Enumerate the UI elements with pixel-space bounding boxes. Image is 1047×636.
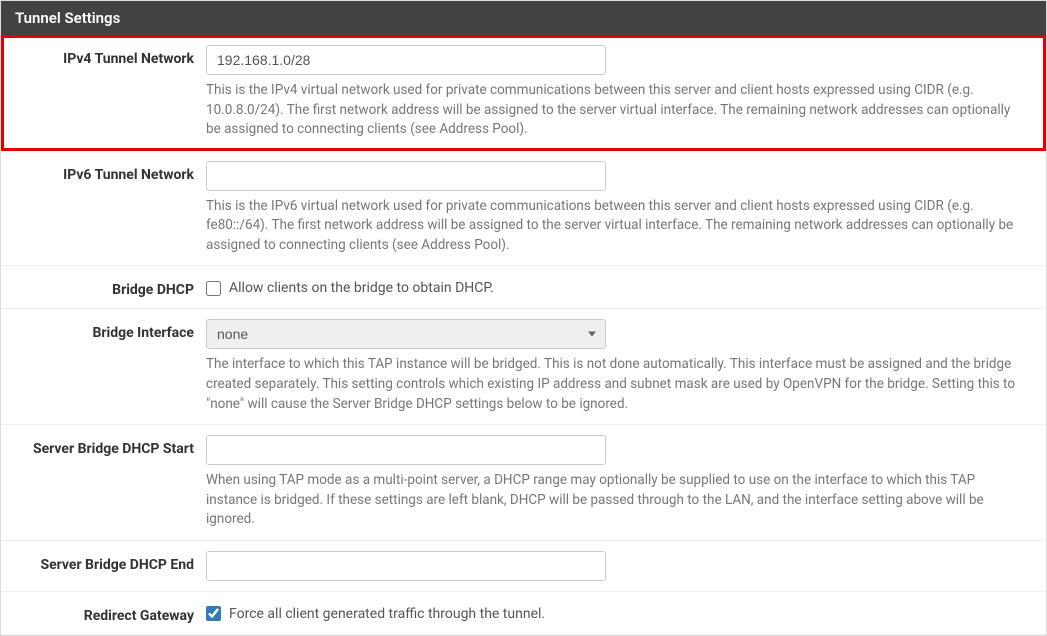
bridge-dhcp-checkbox[interactable] <box>206 281 221 296</box>
help-ipv6-tunnel-network: This is the IPv6 virtual network used fo… <box>206 197 1024 256</box>
label-ipv4-tunnel-network: IPv4 Tunnel Network <box>1 45 206 67</box>
help-bridge-dhcp-start: When using TAP mode as a multi-point ser… <box>206 471 1024 530</box>
row-bridge-interface: Bridge Interface none The interface to w… <box>1 309 1046 425</box>
row-redirect-gateway: Redirect Gateway Force all client genera… <box>1 592 1046 635</box>
tunnel-settings-panel: Tunnel Settings IPv4 Tunnel Network This… <box>0 0 1047 636</box>
field-ipv4-tunnel-network: This is the IPv4 virtual network used fo… <box>206 45 1032 140</box>
label-bridge-interface: Bridge Interface <box>1 319 206 341</box>
field-bridge-dhcp: Allow clients on the bridge to obtain DH… <box>206 276 1032 296</box>
label-bridge-dhcp: Bridge DHCP <box>1 276 206 298</box>
bridge-interface-select-wrap: none <box>206 319 606 349</box>
row-bridge-dhcp-end: Server Bridge DHCP End <box>1 541 1046 592</box>
panel-title: Tunnel Settings <box>1 1 1046 35</box>
field-redirect-gateway: Force all client generated traffic throu… <box>206 602 1032 622</box>
redirect-gateway-checkbox-label: Force all client generated traffic throu… <box>229 606 545 622</box>
bridge-dhcp-end-input[interactable] <box>206 551 606 581</box>
field-ipv6-tunnel-network: This is the IPv6 virtual network used fo… <box>206 161 1032 256</box>
bridge-dhcp-start-input[interactable] <box>206 435 606 465</box>
label-redirect-gateway: Redirect Gateway <box>1 602 206 624</box>
help-ipv4-tunnel-network: This is the IPv4 virtual network used fo… <box>206 81 1024 140</box>
ipv6-tunnel-network-input[interactable] <box>206 161 606 191</box>
bridge-dhcp-checkbox-label: Allow clients on the bridge to obtain DH… <box>229 280 494 296</box>
field-bridge-dhcp-start: When using TAP mode as a multi-point ser… <box>206 435 1032 530</box>
redirect-gateway-checkbox[interactable] <box>206 606 221 621</box>
bridge-interface-select[interactable]: none <box>206 319 606 349</box>
label-ipv6-tunnel-network: IPv6 Tunnel Network <box>1 161 206 183</box>
row-ipv4-tunnel-network: IPv4 Tunnel Network This is the IPv4 vir… <box>1 35 1046 151</box>
label-bridge-dhcp-end: Server Bridge DHCP End <box>1 551 206 573</box>
label-bridge-dhcp-start: Server Bridge DHCP Start <box>1 435 206 457</box>
ipv4-tunnel-network-input[interactable] <box>206 45 606 75</box>
field-bridge-interface: none The interface to which this TAP ins… <box>206 319 1032 414</box>
row-bridge-dhcp: Bridge DHCP Allow clients on the bridge … <box>1 266 1046 309</box>
row-ipv6-tunnel-network: IPv6 Tunnel Network This is the IPv6 vir… <box>1 151 1046 267</box>
field-bridge-dhcp-end <box>206 551 1032 581</box>
help-bridge-interface: The interface to which this TAP instance… <box>206 355 1024 414</box>
row-bridge-dhcp-start: Server Bridge DHCP Start When using TAP … <box>1 425 1046 541</box>
